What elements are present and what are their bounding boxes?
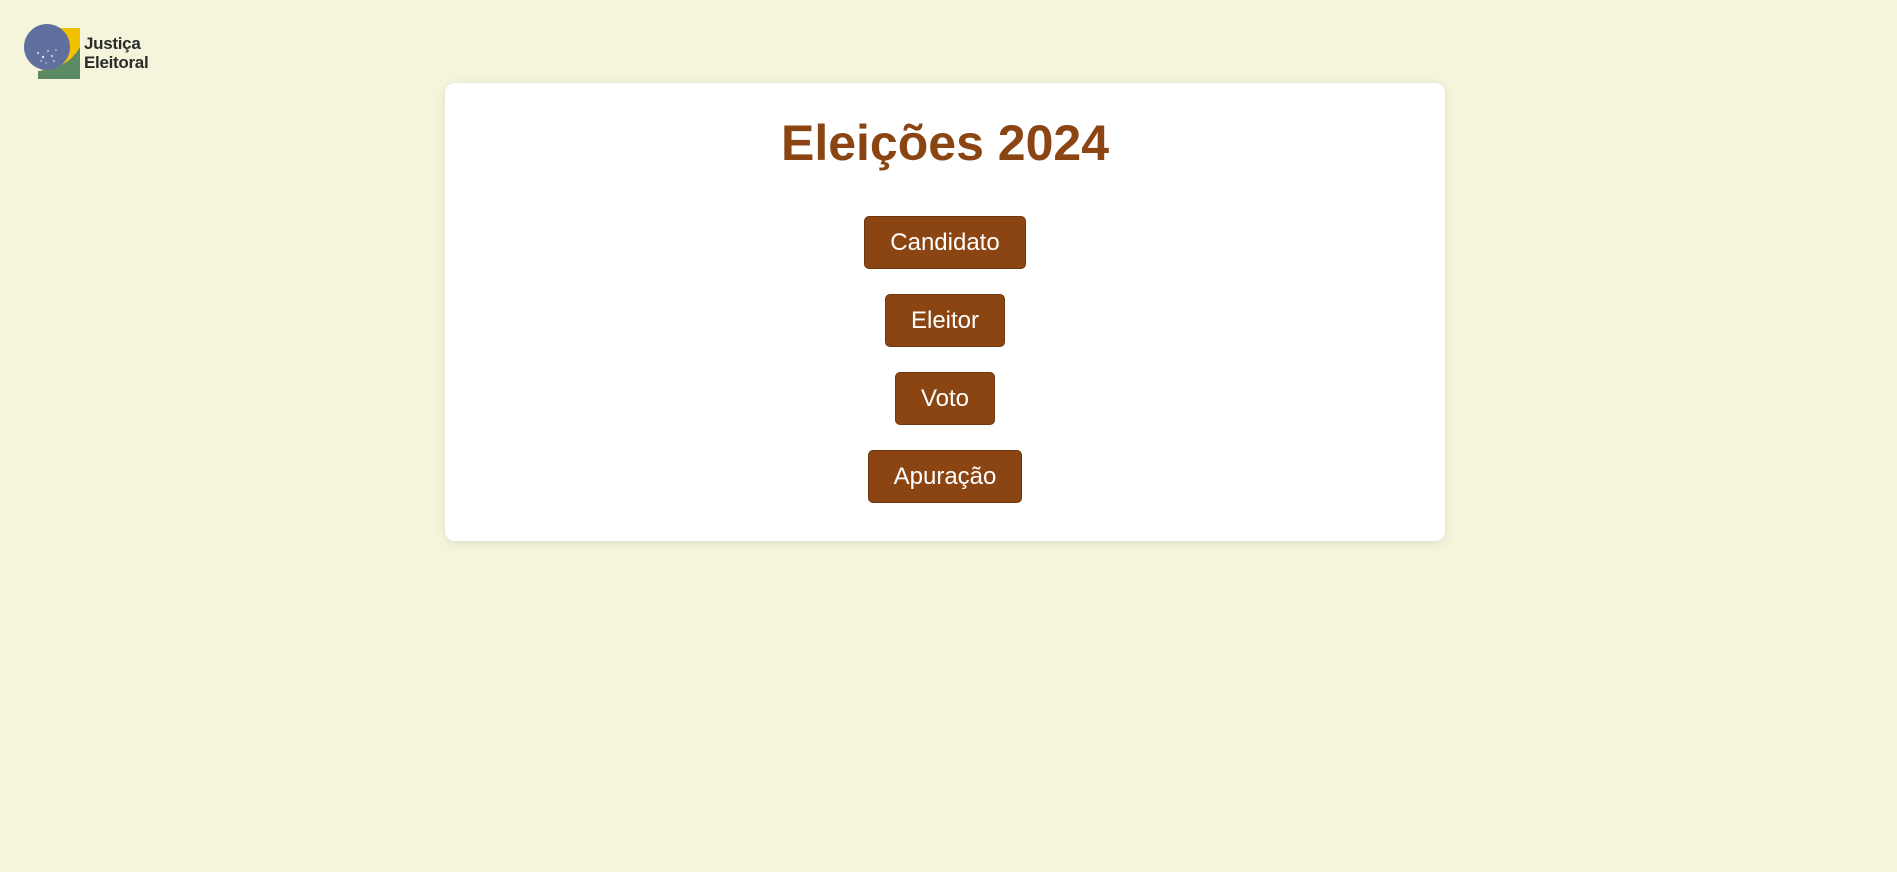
main-menu: Candidato Eleitor Voto Apuração: [445, 216, 1445, 503]
apuracao-button[interactable]: Apuração: [867, 450, 1023, 503]
logo: Justiça Eleitoral: [24, 23, 149, 79]
candidato-button[interactable]: Candidato: [864, 216, 1026, 269]
eleitor-button[interactable]: Eleitor: [884, 294, 1006, 347]
logo-text: Justiça Eleitoral: [84, 34, 149, 72]
voto-button[interactable]: Voto: [894, 372, 996, 425]
main-card: Eleições 2024 Candidato Eleitor Voto Apu…: [445, 83, 1445, 541]
logo-line-1: Justiça: [84, 34, 141, 53]
logo-line-2: Eleitoral: [84, 53, 149, 72]
page-title: Eleições 2024: [780, 115, 1110, 171]
justica-eleitoral-emblem-icon: [24, 23, 80, 79]
